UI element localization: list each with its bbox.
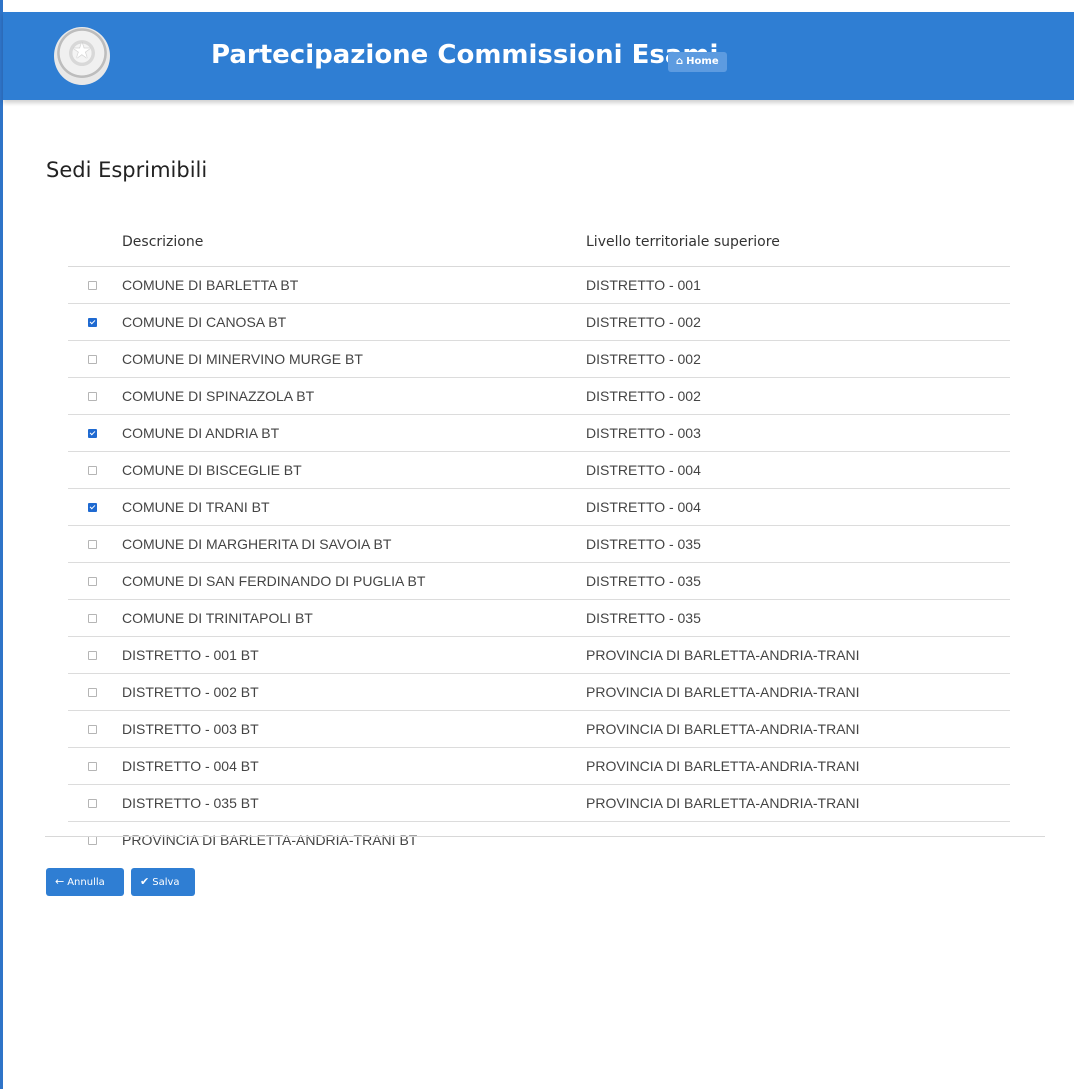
table-row: COMUNE DI CANOSA BT DISTRETTO - 002: [68, 304, 1010, 341]
table-row: COMUNE DI ANDRIA BT DISTRETTO - 003: [68, 415, 1010, 452]
table-row: PROVINCIA DI BARLETTA-ANDRIA-TRANI BT: [68, 822, 1010, 858]
page-title: Sedi Esprimibili: [46, 158, 208, 182]
table-row: COMUNE DI BARLETTA BT DISTRETTO - 001: [68, 267, 1010, 304]
cell-livello: DISTRETTO - 001: [586, 277, 701, 293]
cell-livello: DISTRETTO - 035: [586, 573, 701, 589]
row-checkbox[interactable]: [88, 429, 97, 438]
salva-button[interactable]: ✔ Salva: [131, 868, 195, 896]
cell-descrizione: DISTRETTO - 002 BT: [122, 684, 259, 700]
annulla-button[interactable]: ← Annulla: [46, 868, 124, 896]
cell-descrizione: COMUNE DI MINERVINO MURGE BT: [122, 351, 363, 367]
table-row: COMUNE DI SPINAZZOLA BT DISTRETTO - 002: [68, 378, 1010, 415]
table-row: COMUNE DI BISCEGLIE BT DISTRETTO - 004: [68, 452, 1010, 489]
row-checkbox[interactable]: [88, 392, 97, 401]
column-header-livello: Livello territoriale superiore: [586, 234, 780, 250]
cell-descrizione: DISTRETTO - 035 BT: [122, 795, 259, 811]
cell-livello: PROVINCIA DI BARLETTA-ANDRIA-TRANI: [586, 758, 860, 774]
row-checkbox[interactable]: [88, 762, 97, 771]
check-icon: ✔: [140, 875, 150, 888]
table-row: COMUNE DI TRINITAPOLI BT DISTRETTO - 035: [68, 600, 1010, 637]
cell-descrizione: COMUNE DI BARLETTA BT: [122, 277, 299, 293]
row-checkbox[interactable]: [88, 540, 97, 549]
salva-button-label: Salva: [152, 877, 180, 888]
cell-descrizione: COMUNE DI BISCEGLIE BT: [122, 462, 302, 478]
table-row: DISTRETTO - 002 BT PROVINCIA DI BARLETTA-…: [68, 674, 1010, 711]
cell-descrizione: DISTRETTO - 003 BT: [122, 721, 259, 737]
cell-descrizione: PROVINCIA DI BARLETTA-ANDRIA-TRANI BT: [122, 832, 418, 848]
row-checkbox[interactable]: [88, 318, 97, 327]
row-checkbox[interactable]: [88, 725, 97, 734]
table-row: COMUNE DI SAN FERDINANDO DI PUGLIA BT DIS…: [68, 563, 1010, 600]
table-header: Descrizione Livello territoriale superio…: [68, 226, 1010, 267]
window-left-border: [0, 0, 3, 1089]
cell-descrizione: COMUNE DI CANOSA BT: [122, 314, 287, 330]
annulla-button-label: Annulla: [67, 877, 105, 888]
row-checkbox[interactable]: [88, 503, 97, 512]
cell-livello: DISTRETTO - 004: [586, 462, 701, 478]
section-divider: [45, 836, 1045, 837]
cell-livello: DISTRETTO - 002: [586, 314, 701, 330]
row-checkbox[interactable]: [88, 651, 97, 660]
cell-livello: DISTRETTO - 002: [586, 388, 701, 404]
row-checkbox[interactable]: [88, 614, 97, 623]
arrow-left-icon: ←: [55, 875, 65, 888]
table-row: COMUNE DI TRANI BT DISTRETTO - 004: [68, 489, 1010, 526]
table-row: DISTRETTO - 003 BT PROVINCIA DI BARLETTA-…: [68, 711, 1010, 748]
home-button[interactable]: ⌂ Home: [668, 52, 727, 72]
cell-livello: PROVINCIA DI BARLETTA-ANDRIA-TRANI: [586, 721, 860, 737]
column-header-descrizione: Descrizione: [122, 234, 204, 250]
home-button-label: Home: [686, 56, 719, 67]
cell-livello: PROVINCIA DI BARLETTA-ANDRIA-TRANI: [586, 647, 860, 663]
cell-livello: DISTRETTO - 004: [586, 499, 701, 515]
home-icon: ⌂: [676, 56, 684, 67]
cell-livello: DISTRETTO - 002: [586, 351, 701, 367]
table-row: DISTRETTO - 035 BT PROVINCIA DI BARLETTA-…: [68, 785, 1010, 822]
star-icon: ★: [72, 39, 92, 64]
row-checkbox[interactable]: [88, 688, 97, 697]
cell-descrizione: DISTRETTO - 004 BT: [122, 758, 259, 774]
cell-descrizione: COMUNE DI ANDRIA BT: [122, 425, 280, 441]
cell-livello: PROVINCIA DI BARLETTA-ANDRIA-TRANI: [586, 795, 860, 811]
cell-livello: DISTRETTO - 035: [586, 610, 701, 626]
row-checkbox[interactable]: [88, 577, 97, 586]
row-checkbox[interactable]: [88, 466, 97, 475]
cell-descrizione: COMUNE DI TRINITAPOLI BT: [122, 610, 313, 626]
row-checkbox[interactable]: [88, 281, 97, 290]
cell-descrizione: DISTRETTO - 001 BT: [122, 647, 259, 663]
row-checkbox[interactable]: [88, 799, 97, 808]
cell-descrizione: COMUNE DI SPINAZZOLA BT: [122, 388, 315, 404]
cell-livello: PROVINCIA DI BARLETTA-ANDRIA-TRANI: [586, 684, 860, 700]
cell-livello: DISTRETTO - 003: [586, 425, 701, 441]
app-header: ★ Partecipazione Commissioni Esami ⌂ Home: [3, 12, 1074, 100]
table-row: COMUNE DI MINERVINO MURGE BT DISTRETTO - …: [68, 341, 1010, 378]
app-title: Partecipazione Commissioni Esami: [211, 40, 719, 70]
cell-descrizione: COMUNE DI MARGHERITA DI SAVOIA BT: [122, 536, 392, 552]
row-checkbox[interactable]: [88, 836, 97, 845]
row-checkbox[interactable]: [88, 355, 97, 364]
table-body: COMUNE DI BARLETTA BT DISTRETTO - 001 COMU…: [68, 267, 1010, 858]
table-row: COMUNE DI MARGHERITA DI SAVOIA BT DISTRET…: [68, 526, 1010, 563]
cell-livello: DISTRETTO - 035: [586, 536, 701, 552]
table-row: DISTRETTO - 001 BT PROVINCIA DI BARLETTA-…: [68, 637, 1010, 674]
sedi-table: Descrizione Livello territoriale superio…: [68, 226, 1010, 858]
table-row: DISTRETTO - 004 BT PROVINCIA DI BARLETTA-…: [68, 748, 1010, 785]
cell-descrizione: COMUNE DI SAN FERDINANDO DI PUGLIA BT: [122, 573, 426, 589]
cell-descrizione: COMUNE DI TRANI BT: [122, 499, 270, 515]
italian-republic-emblem-icon: ★: [54, 27, 110, 85]
